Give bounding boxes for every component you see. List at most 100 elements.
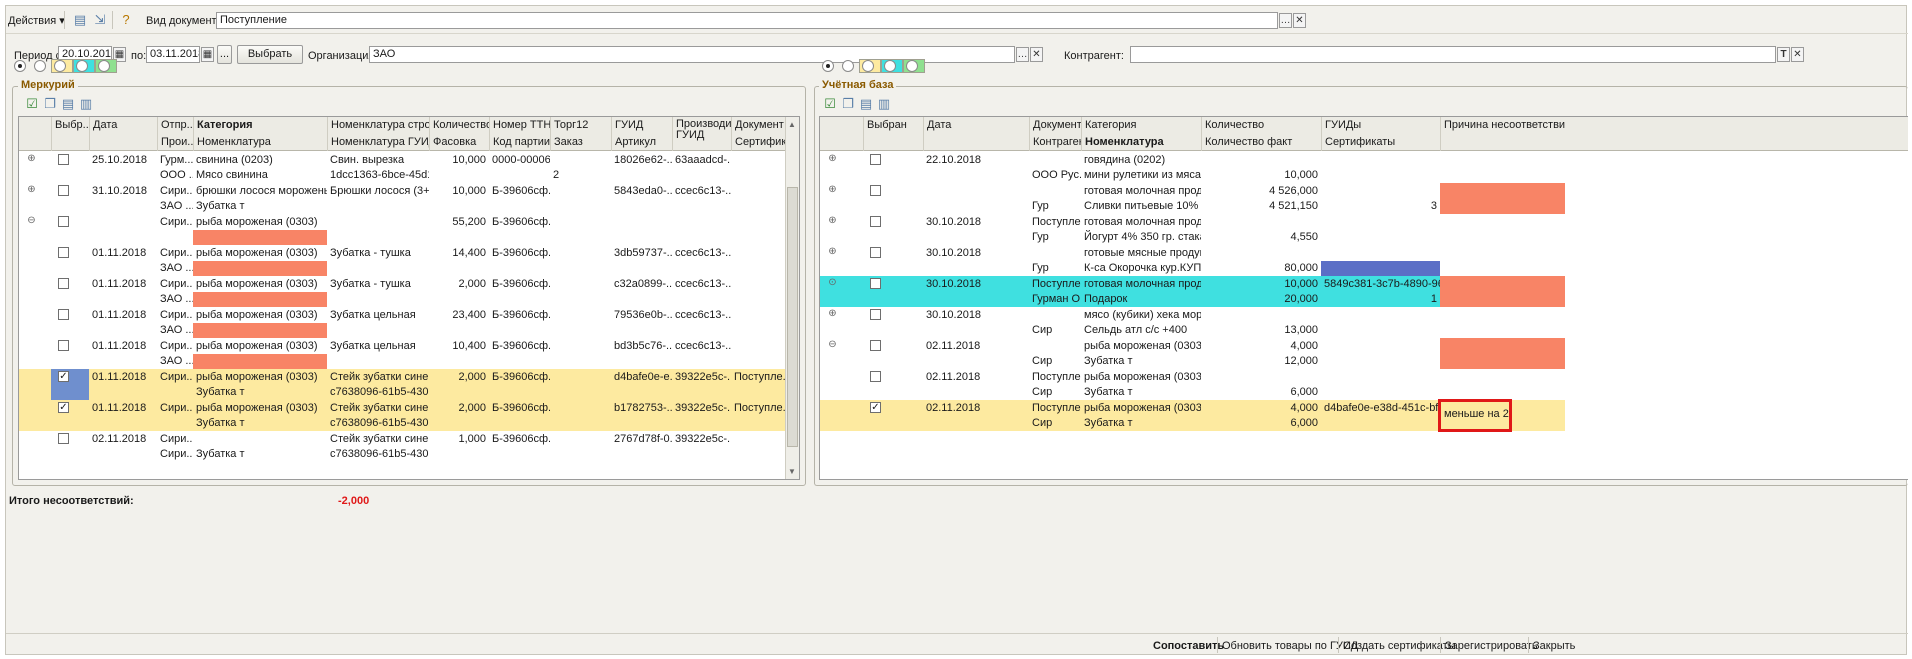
select-checkbox[interactable] <box>870 278 881 289</box>
actions-menu[interactable]: Действия ▾ <box>8 14 65 27</box>
select-cell[interactable] <box>51 183 89 214</box>
doc-type-select-button[interactable]: … <box>1279 13 1292 28</box>
table-row[interactable]: ✓ 02.11.2018 Поступле... Сир рыба мороженая … <box>820 399 1565 432</box>
select-period-button[interactable]: Выбрать <box>237 45 303 64</box>
col-packing[interactable]: Фасовка <box>429 134 489 151</box>
filter-radio-yellow-base[interactable] <box>862 60 874 72</box>
expand-icon[interactable]: ⊕ <box>828 309 837 319</box>
select-checkbox[interactable] <box>870 309 881 320</box>
col-certificate[interactable]: Сертификат <box>731 134 787 151</box>
col-ttn[interactable]: Номер ТТН <box>489 117 550 134</box>
select-checkbox[interactable] <box>58 340 69 351</box>
mercury-scroll-thumb[interactable] <box>787 187 798 447</box>
export-icon[interactable]: ⇲ <box>92 12 108 28</box>
check-all-icon[interactable]: ☑ <box>24 96 40 112</box>
select-checkbox[interactable] <box>870 340 881 351</box>
col-nom-string[interactable]: Номенклатура строкой <box>327 117 429 134</box>
col-nomenclature[interactable]: Номенклатура <box>193 134 327 151</box>
collapse-icon[interactable]: ⊖ <box>828 340 837 350</box>
col-date[interactable]: Дата <box>89 117 157 151</box>
contractor-input[interactable] <box>1130 46 1776 63</box>
select-cell[interactable] <box>51 152 89 183</box>
col-contractor[interactable]: Контрагент <box>1029 134 1081 151</box>
select-cell[interactable] <box>51 307 89 338</box>
col-quantity[interactable]: Количество <box>1201 117 1321 134</box>
scroll-down-icon[interactable]: ▼ <box>788 467 796 476</box>
table-row[interactable]: ⊕ 30.10.2018 Поступле... Гур готовая молочна… <box>820 214 1565 245</box>
filter-radio-green[interactable] <box>98 60 110 72</box>
contractor-clear-icon[interactable]: ✕ <box>1791 47 1804 62</box>
select-checkbox[interactable] <box>58 309 69 320</box>
expand-icon[interactable]: ⊕ <box>828 185 837 195</box>
col-guid[interactable]: ГУИД <box>611 117 672 134</box>
table-row[interactable]: 01.11.2018 Сири... ЗАО ... рыба мороженая (… <box>19 245 787 276</box>
col-category[interactable]: Категория <box>1081 117 1201 134</box>
select-checkbox[interactable] <box>58 433 69 444</box>
select-checkbox[interactable] <box>870 371 881 382</box>
col-guids[interactable]: ГУИДы <box>1321 117 1440 134</box>
col-article[interactable]: Артикул <box>611 134 672 151</box>
doc-type-clear-icon[interactable]: ✕ <box>1293 13 1306 28</box>
table-row[interactable]: ⊙ 30.10.2018 Поступле... Гурман О...готовая… <box>820 276 1565 307</box>
table-row[interactable]: ⊕ 30.10.2018 Сир мясо (кубики) хека моро...… <box>820 307 1565 338</box>
select-checkbox[interactable] <box>870 216 881 227</box>
col-document[interactable]: Документ <box>1029 117 1081 134</box>
select-checkbox[interactable] <box>58 278 69 289</box>
col-producer[interactable]: Прои... <box>157 134 193 151</box>
calendar-icon[interactable]: ▦ <box>201 47 214 62</box>
compare-button[interactable]: Сопоставить <box>1153 640 1224 652</box>
filter-radio-yellow[interactable] <box>54 60 66 72</box>
filter-radio-all[interactable] <box>14 60 26 72</box>
table-row[interactable]: 01.11.2018 Сири... ЗАО ... рыба мороженая (… <box>19 276 787 307</box>
table-row[interactable]: ⊕ 30.10.2018 Гур готовые мясные продукт... К… <box>820 245 1565 276</box>
close-button[interactable]: Закрыть <box>1533 640 1575 652</box>
mercury-scrollbar[interactable]: ▲ ▼ <box>785 117 799 479</box>
expand-icon[interactable]: ⊕ <box>27 185 36 195</box>
table-row[interactable]: ✓ 01.11.2018 Сири... рыба мороженая (0303) З… <box>19 400 787 431</box>
filter-radio-white-base[interactable] <box>842 60 854 72</box>
select-cell[interactable] <box>51 276 89 307</box>
col-category[interactable]: Категория <box>193 117 327 134</box>
select-cell[interactable] <box>51 338 89 369</box>
register-button[interactable]: Зарегистрировать <box>1445 640 1538 652</box>
copy-doc-icon[interactable]: ▤ <box>72 12 88 28</box>
filter-radio-green-base[interactable] <box>906 60 918 72</box>
col-torg12[interactable]: Торг12 <box>550 117 611 134</box>
select-checkbox[interactable] <box>58 185 69 196</box>
create-certificates-button[interactable]: Создать сертификаты <box>1343 640 1456 652</box>
expand-icon[interactable]: ⊕ <box>828 247 837 257</box>
filter-radio-cyan[interactable] <box>76 60 88 72</box>
expand-icon[interactable]: ⊕ <box>828 154 837 164</box>
select-checkbox[interactable] <box>58 154 69 165</box>
expand-icon[interactable]: ⊕ <box>828 216 837 226</box>
col-sender[interactable]: Отпр... <box>157 117 193 134</box>
list-icon[interactable]: ▤ <box>858 96 874 112</box>
organization-select-button[interactable]: … <box>1016 47 1029 62</box>
table-row[interactable]: ⊖ Сири... рыба мороженая (0303) 55,200 Б-396… <box>19 214 787 245</box>
select-checkbox[interactable] <box>870 185 881 196</box>
col-selected[interactable]: Выбран <box>863 117 923 151</box>
table-row[interactable]: 02.11.2018 Поступле... Сир рыба мороженая (… <box>820 369 1565 400</box>
col-document[interactable]: Документ <box>731 117 787 134</box>
expand-icon[interactable]: ⊙ <box>828 278 837 288</box>
table-row[interactable]: 01.11.2018 Сири... ЗАО ... рыба мороженая (… <box>19 307 787 338</box>
text-mode-icon[interactable]: T <box>1777 47 1790 62</box>
scroll-up-icon[interactable]: ▲ <box>788 120 796 129</box>
collapse-icon[interactable]: ⊖ <box>27 216 36 226</box>
doc-type-input[interactable]: Поступление <box>216 12 1278 29</box>
select-cell[interactable]: ✓ <box>51 369 89 400</box>
table-row[interactable]: 02.11.2018 Сири... Сири... Зубатка т Стейк з… <box>19 431 787 462</box>
select-checkbox[interactable] <box>870 247 881 258</box>
table-row[interactable]: ⊕ 31.10.2018 Сири... ЗАО ... брюшки лосося м… <box>19 183 787 214</box>
col-nomenclature[interactable]: Номенклатура <box>1081 134 1201 151</box>
list-icon[interactable]: ▤ <box>60 96 76 112</box>
filter-radio-all-base[interactable] <box>822 60 834 72</box>
uncheck-all-icon[interactable]: ❐ <box>840 96 856 112</box>
table-row[interactable]: ⊕ 25.10.2018 Гурм... ООО ...свинина (0203) М… <box>19 152 787 183</box>
col-nom-guid[interactable]: Номенклатура ГУИД <box>327 134 429 151</box>
col-quantity-fact[interactable]: Количество факт <box>1201 134 1321 151</box>
list-settings-icon[interactable]: ▥ <box>78 96 94 112</box>
select-cell[interactable] <box>51 431 89 462</box>
filter-radio-white[interactable] <box>34 60 46 72</box>
col-date[interactable]: Дата <box>923 117 1029 151</box>
